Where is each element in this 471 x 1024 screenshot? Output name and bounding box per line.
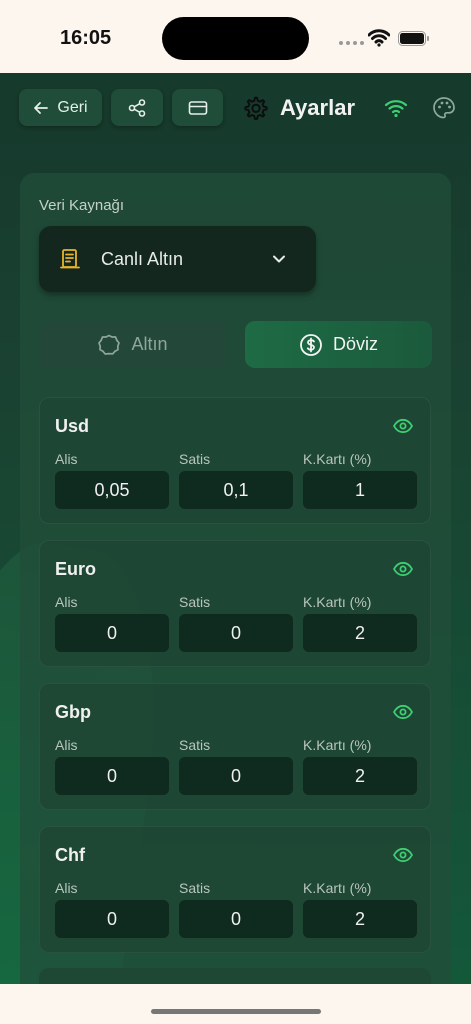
status-time: 16:05 <box>60 27 112 49</box>
currency-card-euro: Euro Alis Satis K.Kartı (%) 0 0 2 <box>39 540 431 667</box>
card-rate-input[interactable]: 2 <box>303 757 417 795</box>
currency-card-partial <box>39 968 431 984</box>
tab-doviz-label: Döviz <box>332 334 378 354</box>
card-rate-input[interactable]: 2 <box>303 614 417 652</box>
source-selected-value: Canlı Altın <box>101 249 184 269</box>
app-screen: Geri Ayarlar Veri Kaynağı Canlı Altın Al… <box>0 73 471 984</box>
buy-input[interactable]: 0,05 <box>55 471 169 509</box>
currency-card-usd: Usd Alis Satis K.Kartı (%) 0,05 0,1 1 <box>39 397 431 524</box>
circle-icon <box>98 334 121 355</box>
share-icon <box>128 98 146 117</box>
sell-label: Satis <box>179 451 211 467</box>
buy-label: Alis <box>55 451 78 467</box>
sell-input[interactable]: 0 <box>179 900 293 938</box>
sell-input[interactable]: 0 <box>179 614 293 652</box>
tab-altin[interactable]: Altın <box>39 321 226 368</box>
tab-doviz[interactable]: Döviz <box>245 321 432 368</box>
palette-icon[interactable] <box>432 96 456 120</box>
currency-card-chf: Chf Alis Satis K.Kartı (%) 0 0 2 <box>39 826 431 953</box>
card-rate-input[interactable]: 1 <box>303 471 417 509</box>
back-button[interactable]: Geri <box>19 89 102 126</box>
status-wifi-icon <box>368 29 390 47</box>
bottom-bar <box>0 984 471 1024</box>
card-rate-input[interactable]: 2 <box>303 900 417 938</box>
sell-input[interactable]: 0 <box>179 757 293 795</box>
buy-label: Alis <box>55 880 78 896</box>
page-title: Ayarlar <box>280 95 356 120</box>
sell-label: Satis <box>179 880 211 896</box>
source-dropdown[interactable]: Canlı Altın <box>39 226 316 292</box>
source-label: Veri Kaynağı <box>39 197 125 214</box>
card-rate-label: K.Kartı (%) <box>303 594 372 610</box>
share-button[interactable] <box>111 89 163 126</box>
document-icon <box>60 249 80 269</box>
eye-icon[interactable] <box>393 847 413 863</box>
back-button-label: Geri <box>57 98 88 116</box>
eye-icon[interactable] <box>393 561 413 577</box>
currency-name: Usd <box>55 416 90 436</box>
card-rate-label: K.Kartı (%) <box>303 737 372 753</box>
credit-card-icon <box>188 100 207 115</box>
signal-dots-icon <box>339 41 364 45</box>
eye-icon[interactable] <box>393 704 413 720</box>
dynamic-island <box>162 17 309 60</box>
buy-label: Alis <box>55 737 78 753</box>
card-button[interactable] <box>172 89 223 126</box>
buy-input[interactable]: 0 <box>55 900 169 938</box>
card-rate-label: K.Kartı (%) <box>303 880 372 896</box>
chevron-down-icon <box>273 255 285 263</box>
wifi-icon[interactable] <box>384 97 408 119</box>
battery-icon <box>398 31 429 46</box>
gear-icon <box>244 96 268 120</box>
dollar-icon <box>300 333 322 356</box>
eye-icon[interactable] <box>393 418 413 434</box>
sell-input[interactable]: 0,1 <box>179 471 293 509</box>
header-bar: Geri Ayarlar <box>0 73 471 143</box>
card-rate-label: K.Kartı (%) <box>303 451 372 467</box>
currency-card-gbp: Gbp Alis Satis K.Kartı (%) 0 0 2 <box>39 683 431 810</box>
sell-label: Satis <box>179 594 211 610</box>
status-bar: 16:05 <box>0 0 471 73</box>
settings-panel: Veri Kaynağı Canlı Altın Altın Döviz Usd… <box>20 173 451 984</box>
arrow-left-icon <box>34 101 49 114</box>
sell-label: Satis <box>179 737 211 753</box>
buy-input[interactable]: 0 <box>55 614 169 652</box>
currency-name: Euro <box>55 559 97 579</box>
currency-name: Gbp <box>55 702 91 722</box>
tab-altin-label: Altın <box>131 334 168 354</box>
buy-input[interactable]: 0 <box>55 757 169 795</box>
buy-label: Alis <box>55 594 78 610</box>
home-indicator[interactable] <box>151 1009 321 1014</box>
currency-name: Chf <box>55 845 85 865</box>
